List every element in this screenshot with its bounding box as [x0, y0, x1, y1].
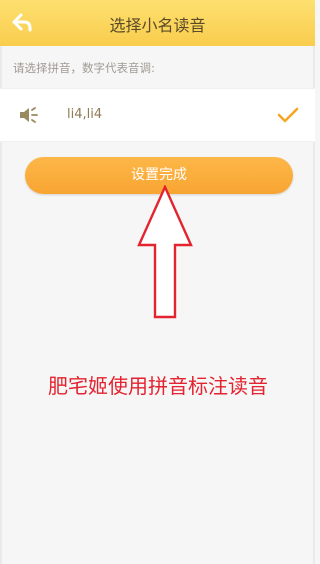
pinyin-option-row[interactable]: li4,li4 — [0, 88, 315, 142]
annotation-text: 肥宅姬使用拼音标注读音 — [48, 374, 268, 398]
checkmark-icon — [277, 107, 299, 123]
instruction-text: 请选择拼音，数字代表音调: — [13, 61, 155, 75]
red-arrow-annotation — [137, 185, 193, 319]
header-bar: 选择小名读音 — [0, 0, 315, 46]
page-title: 选择小名读音 — [109, 16, 206, 35]
speaker-icon[interactable] — [18, 105, 40, 125]
pinyin-value: li4,li4 — [67, 107, 103, 122]
